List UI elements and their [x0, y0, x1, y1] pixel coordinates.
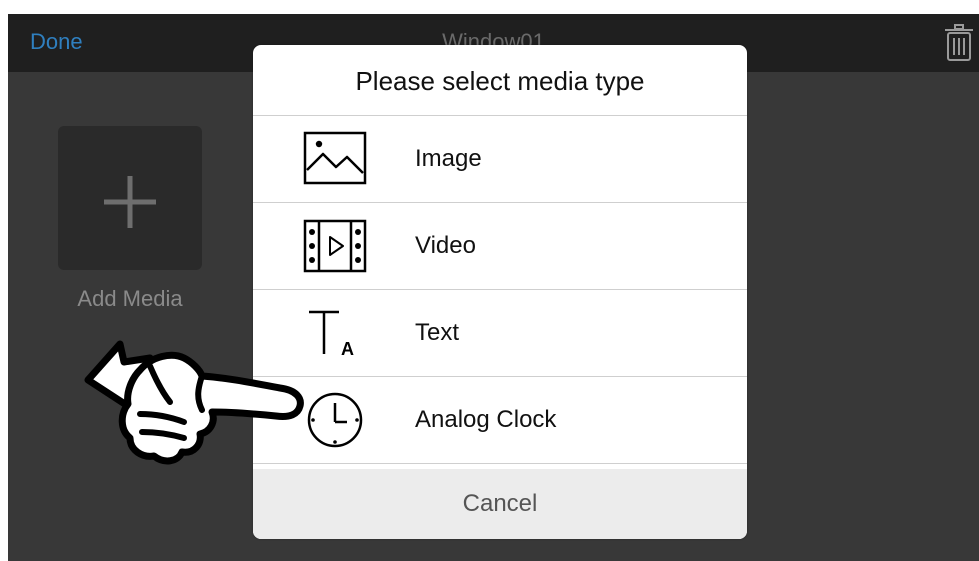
- cancel-button[interactable]: Cancel: [253, 469, 747, 539]
- option-image[interactable]: Image: [253, 116, 747, 203]
- add-media-button[interactable]: [58, 126, 202, 270]
- pointing-hand-icon: [80, 318, 320, 468]
- add-media-label: Add Media: [77, 286, 183, 311]
- dialog-title: Please select media type: [253, 45, 747, 116]
- option-label: Video: [415, 232, 476, 259]
- option-video[interactable]: Video: [253, 203, 747, 290]
- option-label: Image: [415, 145, 482, 172]
- media-type-dialog: Please select media type Image Video A T…: [253, 45, 747, 539]
- option-label: Analog Clock: [415, 406, 557, 433]
- option-label: Text: [415, 319, 460, 346]
- trash-icon[interactable]: [943, 24, 975, 62]
- video-icon: [303, 217, 367, 275]
- option-text[interactable]: A Text: [253, 290, 747, 377]
- image-icon: [303, 130, 367, 188]
- option-analog-clock[interactable]: Analog Clock: [253, 377, 747, 464]
- plus-icon: [104, 176, 156, 228]
- svg-text:A: A: [341, 339, 354, 359]
